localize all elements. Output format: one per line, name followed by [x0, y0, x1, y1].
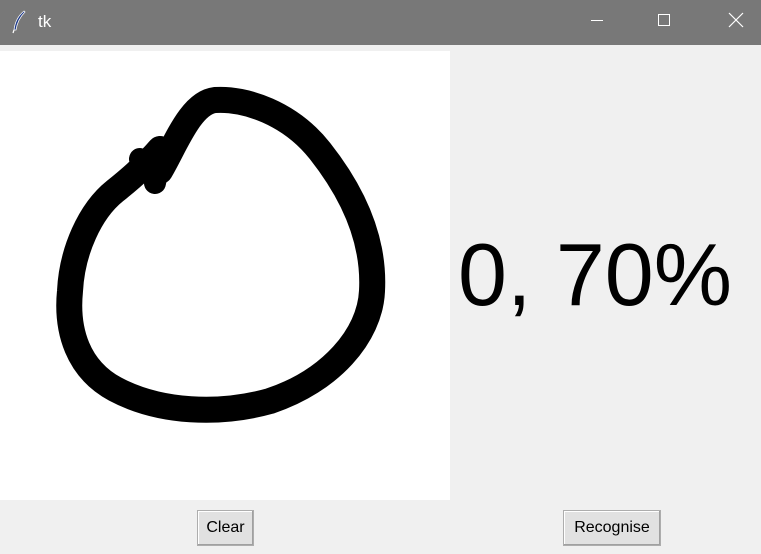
minimize-button[interactable] — [574, 0, 620, 45]
clear-button[interactable]: Clear — [197, 510, 254, 546]
drawn-stroke — [56, 86, 386, 423]
maximize-icon — [657, 13, 671, 32]
drawing-canvas[interactable] — [0, 51, 450, 500]
recognise-button[interactable]: Recognise — [563, 510, 661, 546]
close-button[interactable] — [713, 0, 759, 45]
maximize-button[interactable] — [641, 0, 687, 45]
minimize-icon — [590, 13, 604, 32]
prediction-label: 0, 70% — [458, 225, 732, 324]
close-icon — [728, 12, 744, 33]
window-title: tk — [38, 12, 52, 31]
title-bar[interactable]: tk — [0, 0, 761, 45]
feather-icon — [10, 10, 28, 34]
app-window: tk 0, 70% Clear Recognise — [0, 0, 761, 554]
